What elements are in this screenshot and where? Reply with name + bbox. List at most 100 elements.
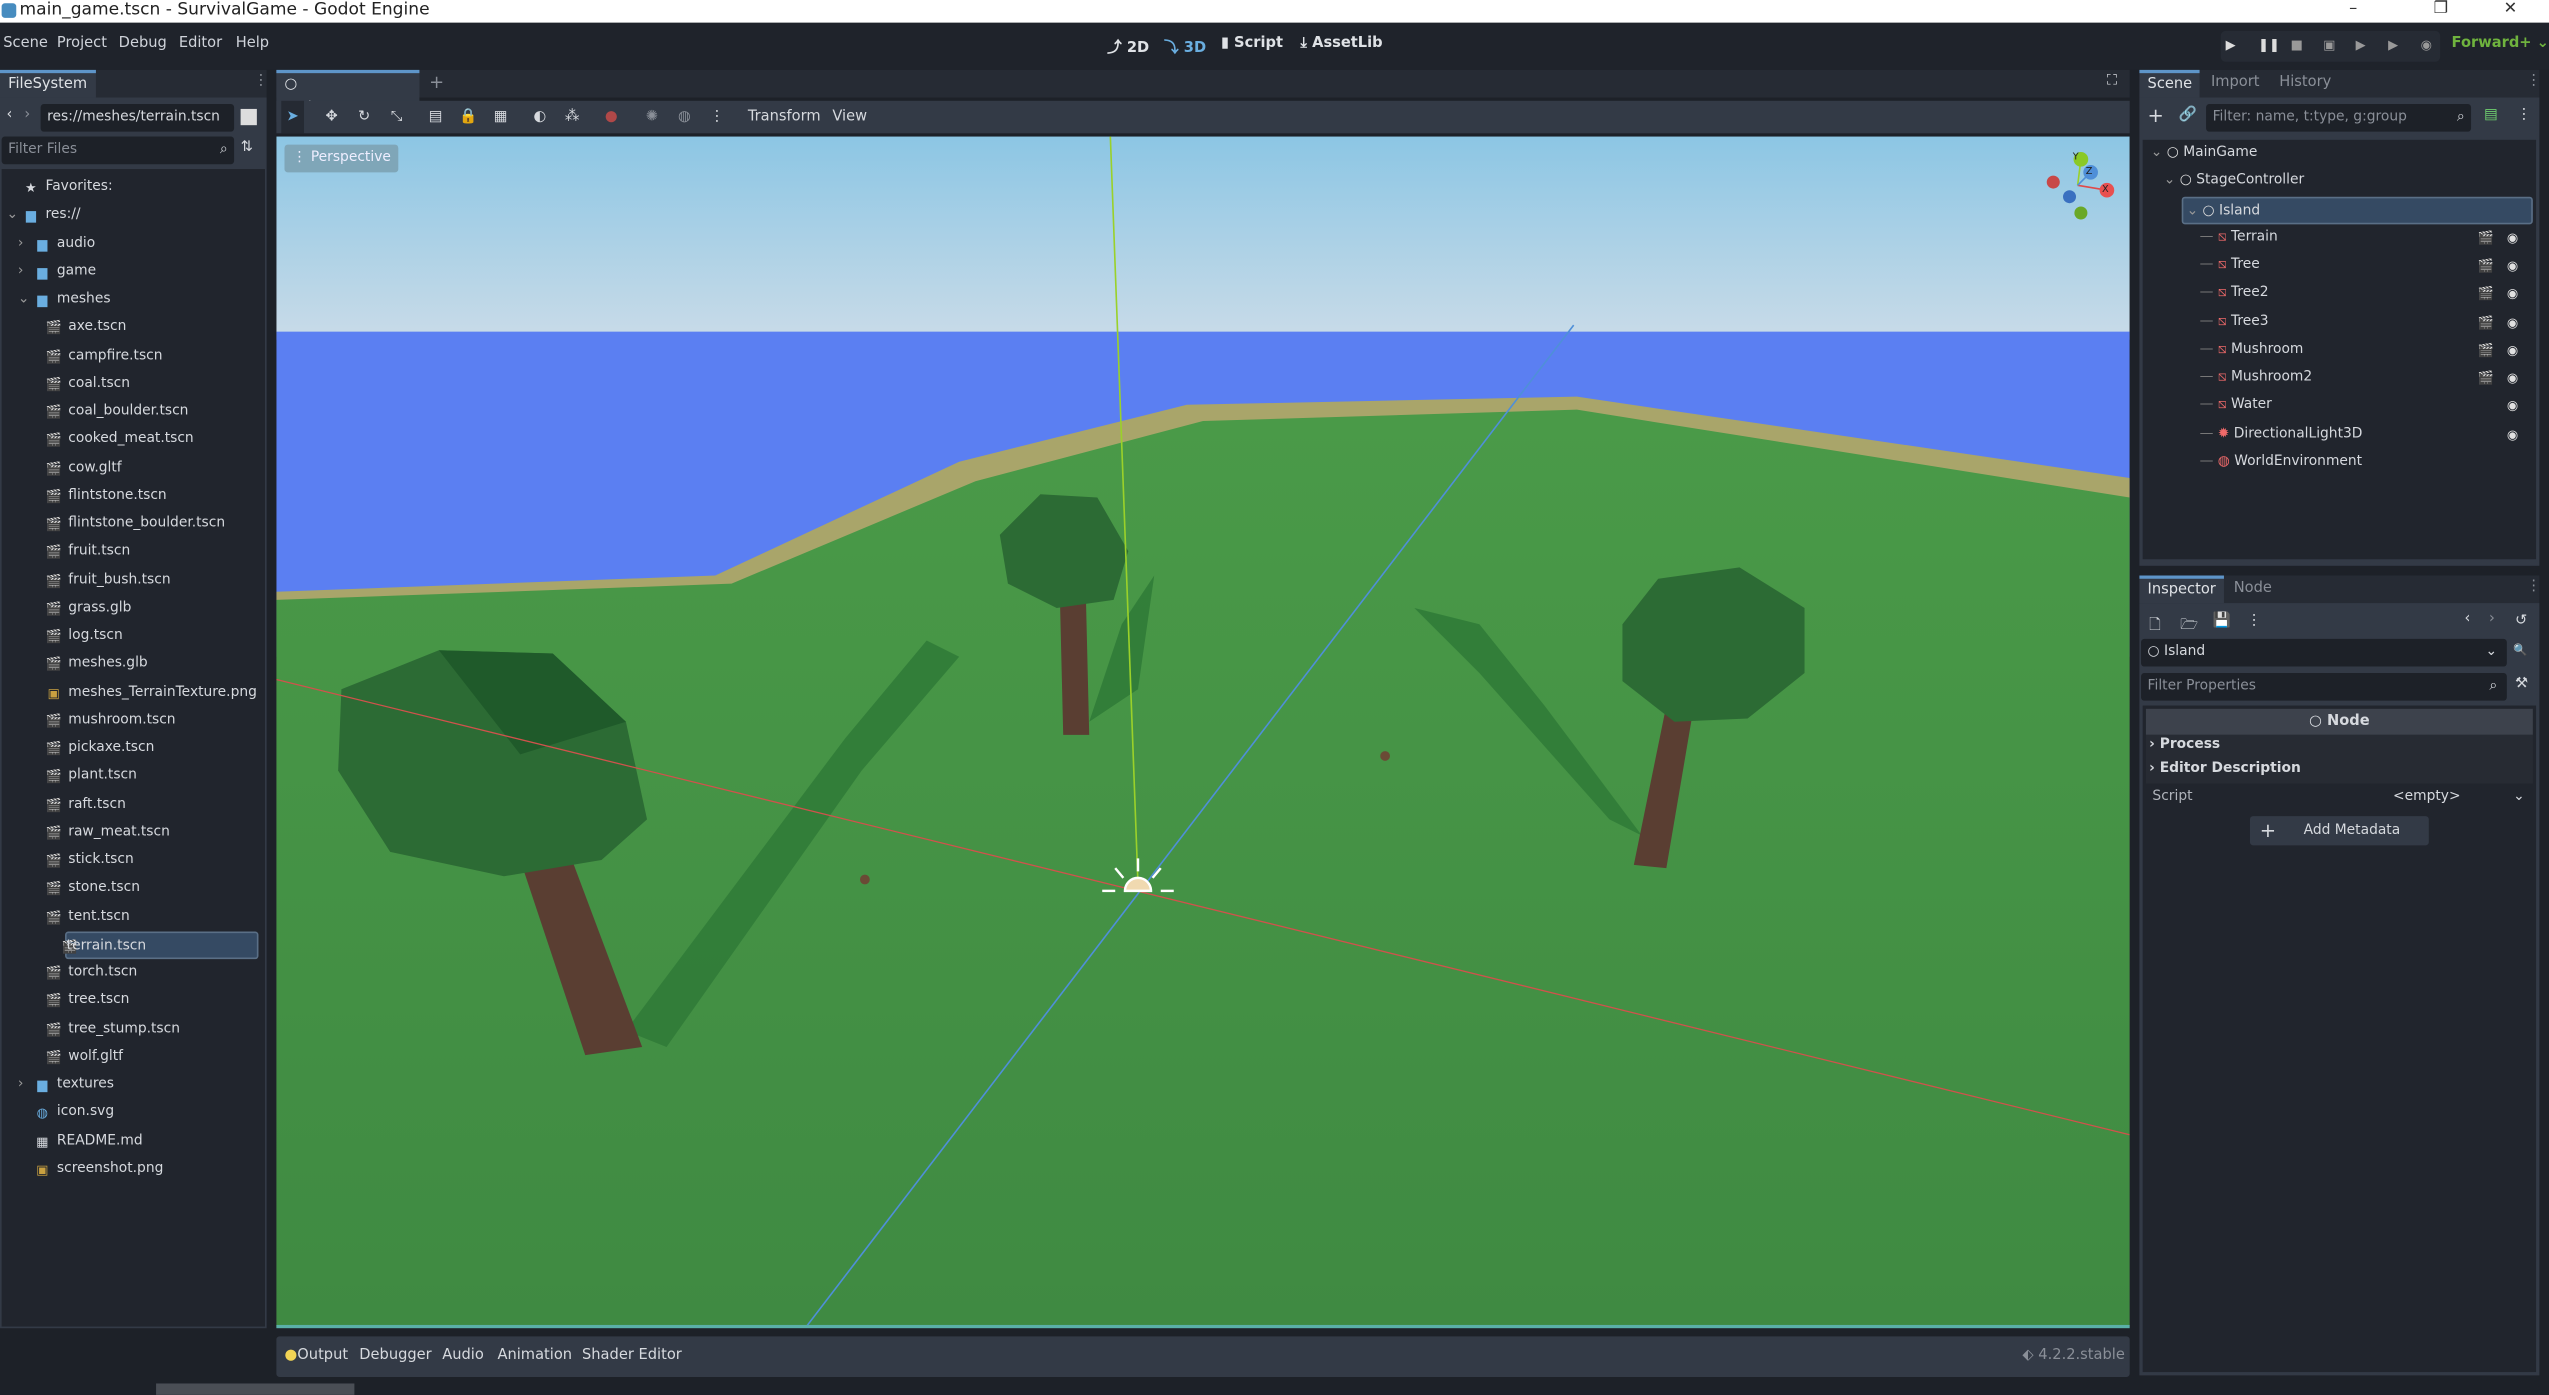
play-custom-scene-icon[interactable]: ▶ [2388, 37, 2398, 52]
select-tool-icon[interactable]: ➤ [281, 100, 305, 134]
group-tool-icon[interactable]: ▦ [489, 101, 512, 134]
menu-scene[interactable]: Scene [3, 36, 48, 52]
list-select-tool-icon[interactable]: ▤ [424, 101, 447, 134]
tab-inspector[interactable]: Inspector [2139, 575, 2224, 604]
scene-node[interactable]: — ⧅ Terrain 🎬 ◉ [2200, 224, 2525, 252]
more-tool-icon[interactable]: ⋮ [706, 101, 729, 134]
movie-maker-icon[interactable]: ◉ [2421, 37, 2432, 52]
preview-env-tool-icon[interactable]: ✺ [641, 101, 664, 134]
menu-help[interactable]: Help [236, 36, 269, 52]
menu-editor[interactable]: Editor [179, 36, 222, 52]
horizontal-scrollbar[interactable] [156, 1383, 355, 1395]
dock-menu-icon[interactable]: ⋮ [2526, 579, 2541, 595]
scene-node[interactable]: — ⧅ Tree2 🎬 ◉ [2200, 280, 2525, 308]
scene-node[interactable]: — ⧅ Tree 🎬 ◉ [2200, 252, 2525, 280]
attach-script-icon[interactable]: ▤ [2484, 107, 2498, 123]
visibility-eye-icon[interactable]: ◉ [2507, 336, 2518, 364]
minimize-button[interactable]: – [2349, 0, 2357, 18]
scene-node[interactable]: — ⧅ Water ◉ [2200, 392, 2525, 420]
filter-files-input[interactable]: Filter Files ⌕ [1, 136, 235, 165]
local-space-tool-icon[interactable]: ◐ [528, 101, 551, 134]
script-property-value[interactable]: <empty> ⌄ [2393, 788, 2531, 804]
open-resource-icon[interactable]: 🗁 [2180, 613, 2198, 639]
tab-scene[interactable]: Scene [2139, 69, 2201, 98]
remote-debug-icon[interactable]: ▣ [2323, 37, 2335, 52]
bottom-tab-shader-editor[interactable]: Shader Editor [582, 1336, 682, 1377]
tab-import[interactable]: Import [2203, 70, 2268, 98]
dock-menu-icon[interactable]: ⋮ [2526, 73, 2541, 89]
environment-tool-icon[interactable]: ◍ [673, 101, 696, 134]
scene-node[interactable]: — ⧅ Mushroom 🎬 ◉ [2200, 336, 2525, 364]
path-field[interactable]: res://meshes/terrain.tscn [40, 104, 235, 132]
view-menu[interactable]: View [832, 101, 867, 134]
scene-filter-input[interactable]: Filter: name, t:type, g:group ⌕ [2206, 104, 2472, 132]
visibility-eye-icon[interactable]: ◉ [2507, 420, 2518, 448]
add-tab-icon[interactable]: + [429, 72, 444, 93]
new-resource-icon[interactable]: 🗋 [2149, 613, 2161, 639]
close-button[interactable]: ✕ [2504, 0, 2518, 18]
workspace-script-button[interactable]: ▮ Script [1221, 36, 1283, 52]
move-tool-icon[interactable]: ✥ [320, 101, 343, 134]
play-scene-icon[interactable]: ▶ [2356, 37, 2366, 52]
scene-node[interactable]: — ✹ DirectionalLight3D ◉ [2200, 420, 2525, 448]
preview-sun-tool-icon[interactable]: ● [600, 101, 623, 134]
scale-tool-icon[interactable]: ⤡ [385, 101, 408, 134]
pause-icon[interactable]: ❚❚ [2258, 37, 2280, 52]
open-scene-icon[interactable]: 🎬 [2478, 280, 2494, 308]
tab-history[interactable]: History [2271, 70, 2339, 98]
maximize-button[interactable]: ❐ [2434, 0, 2449, 18]
scene-node[interactable]: — ⧅ Mushroom2 🎬 ◉ [2200, 364, 2525, 392]
bottom-tab-audio[interactable]: Audio [442, 1336, 484, 1377]
bottom-tab-animation[interactable]: Animation [497, 1336, 572, 1377]
split-mode-icon[interactable] [240, 108, 257, 126]
play-icon[interactable]: ▶ [2226, 37, 2236, 52]
open-scene-icon[interactable]: 🎬 [2478, 364, 2494, 392]
bottom-tab-debugger[interactable]: Debugger [359, 1336, 431, 1377]
instance-scene-icon[interactable]: 🔗 [2178, 107, 2196, 123]
add-node-icon[interactable]: + [2148, 104, 2164, 127]
doc-icon[interactable]: 🔍 [2513, 644, 2527, 657]
property-tools-icon[interactable]: ⚒ [2515, 676, 2528, 692]
dock-menu-icon[interactable]: ⋮ [254, 73, 269, 89]
file-item[interactable]: 🎬 terrain.tscn [62, 931, 259, 959]
group-editor-description[interactable]: › Editor Description [2149, 761, 2301, 777]
bottom-tab-output[interactable]: ●Output [284, 1336, 348, 1377]
rotate-tool-icon[interactable]: ↻ [353, 101, 376, 134]
sort-icon[interactable]: ⇅ [241, 140, 253, 156]
stop-icon[interactable]: ■ [2291, 37, 2303, 52]
scene-node[interactable]: ⌄ ○ StageController [2164, 168, 2525, 196]
visibility-eye-icon[interactable]: ◉ [2507, 308, 2518, 336]
3d-viewport[interactable] [276, 136, 2130, 1327]
visibility-eye-icon[interactable]: ◉ [2507, 280, 2518, 308]
back-icon[interactable]: ‹ [7, 107, 13, 123]
save-resource-icon[interactable]: 💾 [2213, 613, 2231, 629]
resource-menu-icon[interactable]: ⋮ [2247, 613, 2262, 629]
object-selector[interactable]: ○ Island ⌄ [2141, 638, 2507, 667]
workspace-assetlib-button[interactable]: ⤓ AssetLib [1301, 36, 1383, 52]
tab-filesystem[interactable]: FileSystem [0, 69, 96, 98]
object-history-icon[interactable]: ↺ [2515, 613, 2527, 629]
menu-debug[interactable]: Debug [119, 36, 167, 52]
visibility-eye-icon[interactable]: ◉ [2507, 392, 2518, 420]
scene-menu-icon[interactable]: ⋮ [2517, 107, 2532, 123]
filter-properties-input[interactable]: Filter Properties ⌕ [2141, 673, 2507, 701]
visibility-eye-icon[interactable]: ◉ [2507, 364, 2518, 392]
group-process[interactable]: › Process [2149, 736, 2220, 752]
scene-node[interactable]: — ⧅ Tree3 🎬 ◉ [2200, 308, 2525, 336]
open-scene-icon[interactable]: 🎬 [2478, 224, 2494, 252]
lock-tool-icon[interactable]: 🔒 [457, 101, 480, 134]
open-scene-icon[interactable]: 🎬 [2478, 336, 2494, 364]
history-back-icon[interactable]: ‹ [2465, 611, 2471, 627]
scene-node[interactable]: — ◍ WorldEnvironment [2200, 448, 2525, 476]
scene-node[interactable]: ⌄ ○ Island [2181, 195, 2533, 224]
snap-tool-icon[interactable]: ⁂ [561, 101, 584, 134]
visibility-eye-icon[interactable]: ◉ [2507, 252, 2518, 280]
add-metadata-button[interactable]: + Add Metadata [2249, 816, 2429, 846]
renderer-select[interactable]: Forward+ ⌄ [2452, 36, 2549, 52]
open-scene-icon[interactable]: 🎬 [2478, 252, 2494, 280]
open-scene-icon[interactable]: 🎬 [2478, 308, 2494, 336]
visibility-eye-icon[interactable]: ◉ [2507, 224, 2518, 252]
menu-project[interactable]: Project [57, 36, 107, 52]
transform-menu[interactable]: Transform [748, 101, 821, 134]
scene-node[interactable]: ⌄ ○ MainGame [2151, 140, 2525, 168]
